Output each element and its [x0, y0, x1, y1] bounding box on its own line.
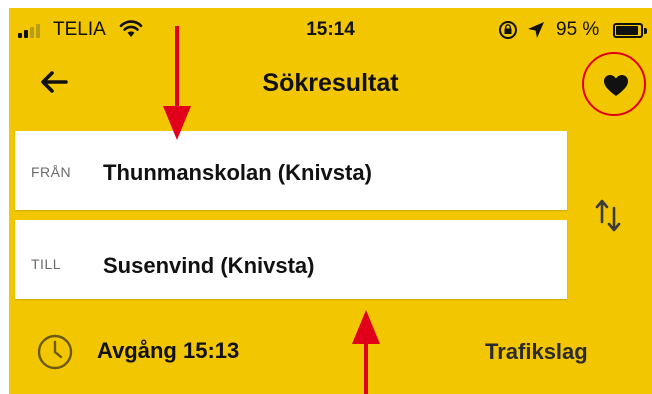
rotation-lock-icon	[497, 20, 519, 45]
from-field[interactable]: FRÅN Thunmanskolan (Knivsta)	[15, 131, 567, 210]
location-arrow-icon	[526, 20, 546, 45]
app-screen: TELIA 15:14 95 % Sökresultat FRÅN Thunma…	[9, 8, 652, 394]
to-label: TILL	[31, 256, 62, 272]
annotation-circle	[582, 52, 646, 116]
battery-percent: 95 %	[556, 19, 600, 40]
from-value: Thunmanskolan (Knivsta)	[103, 160, 372, 185]
to-value: Susenvind (Knivsta)	[103, 253, 315, 278]
annotation-arrow-up	[349, 308, 383, 394]
battery-icon	[613, 23, 643, 38]
status-bar: TELIA 15:14 95 %	[9, 8, 652, 50]
battery-tip	[644, 28, 647, 34]
to-field[interactable]: TILL Susenvind (Knivsta)	[15, 220, 567, 299]
page-title: Sökresultat	[262, 69, 399, 97]
clock-icon	[36, 333, 74, 376]
swap-icon[interactable]	[595, 198, 621, 239]
from-label: FRÅN	[31, 164, 72, 180]
departure-time-button[interactable]: Avgång 15:13	[97, 338, 239, 364]
annotation-arrow-down	[160, 26, 194, 149]
transport-modes-button[interactable]: Trafikslag	[485, 339, 588, 365]
